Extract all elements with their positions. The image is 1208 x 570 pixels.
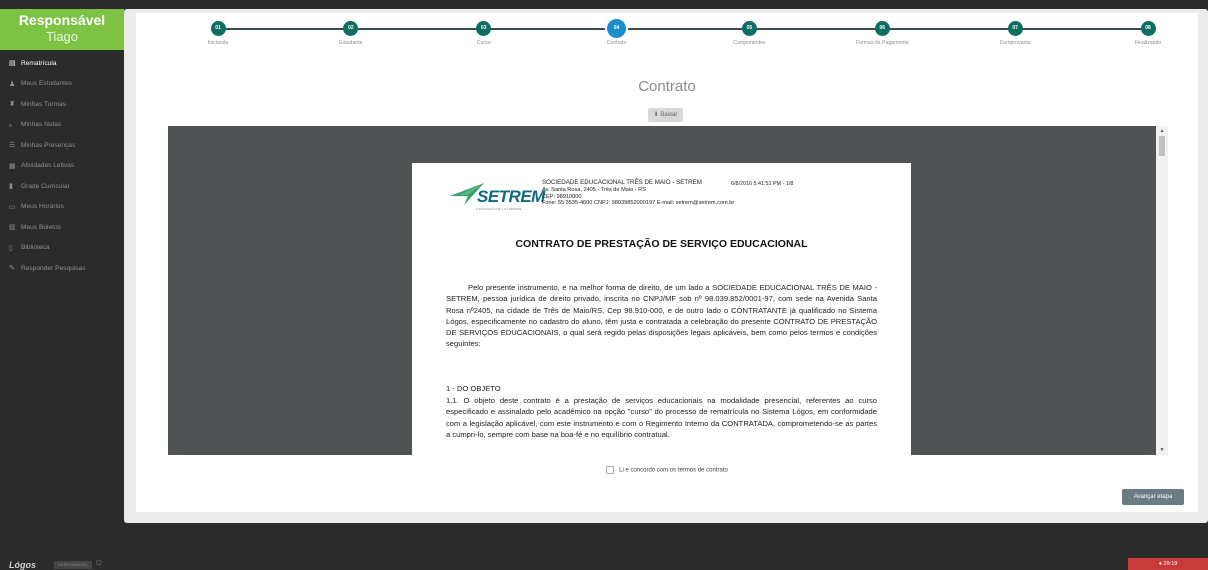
session-timer: ● 29:19	[1128, 558, 1208, 570]
viewer-scrollbar[interactable]: ▲ ▼	[1156, 126, 1168, 455]
library-icon: ▯	[9, 244, 13, 252]
download-button[interactable]: ⬇ Baixar	[648, 108, 683, 122]
step-number: 05	[741, 21, 757, 36]
logo-tagline: A EDUCAÇÃO DE 1 A 1 SEMPRE	[476, 207, 522, 211]
sidebar-item-label: Meus Estudantes	[21, 80, 72, 88]
sidebar-item-responder-pesquisas[interactable]: ✎ Responder Pesquisas	[0, 258, 124, 279]
sidebar-item-meus-estudantes[interactable]: ♟ Meus Estudantes	[0, 74, 124, 95]
sidebar-item-atividades-letivas[interactable]: ▦ Atividades Letivas	[0, 156, 124, 177]
step-label: Finalizando	[1134, 40, 1162, 46]
document-title: CONTRATO DE PRESTAÇÃO DE SERVIÇO EDUCACI…	[515, 238, 808, 250]
sidebar-item-label: Meus Boletos	[21, 223, 61, 231]
page-stamp: 6/8/2016 5:41:51 PM - 1/8	[731, 181, 794, 187]
step-label: Componentes	[733, 40, 766, 46]
pdf-viewer[interactable]: SETREM A EDUCAÇÃO DE 1 A 1 SEMPRE SOCIED…	[168, 126, 1168, 455]
company-contact: Fone: 55 3535-4600 CNPJ: 98039852000197 …	[542, 200, 735, 207]
page-title: Contrato	[638, 78, 696, 95]
agree-checkbox[interactable]	[606, 466, 615, 474]
agree-label[interactable]: Li e concordo com os termos de contrato	[619, 468, 728, 474]
role-badge: RESPONSÁVEL	[54, 561, 92, 569]
step-label: Contrato	[606, 40, 627, 46]
company-name: SOCIEDADE EDUCACIONAL TRÊS DE MAIO - SET…	[542, 179, 702, 186]
sidebar-item-meus-boletos[interactable]: ▥ Meus Boletos	[0, 217, 124, 238]
sidebar-item-label: Minhas Presenças	[21, 141, 76, 149]
sidebar-item-meus-hor-rios[interactable]: ▭ Meus Horários	[0, 197, 124, 218]
sidebar-item-biblioteca[interactable]: ▯ Biblioteca	[0, 238, 124, 259]
scroll-thumb[interactable]	[1159, 136, 1165, 156]
next-step-button[interactable]: Avançar etapa	[1122, 489, 1184, 505]
barcode-icon: ▥	[9, 224, 16, 232]
step-number: 02	[343, 21, 359, 36]
step-number: 07	[1007, 21, 1023, 36]
book-icon: ▮	[9, 183, 13, 191]
sidebar-item-label: Biblioteca	[21, 244, 50, 252]
paragraph-1: Pelo presente instrumento, e na melhor f…	[446, 283, 877, 349]
step-number: 03	[476, 21, 492, 36]
logos-brand: Lógos	[9, 560, 36, 570]
sidebar-item-grade-curricular[interactable]: ▮ Grade Curricular	[0, 176, 124, 197]
profile-header: Responsável Tiago	[0, 9, 124, 50]
step-componentes[interactable]: 05 Componentes	[689, 21, 809, 46]
scroll-down-icon[interactable]: ▼	[1156, 445, 1168, 455]
list-icon: ☰	[9, 142, 16, 150]
sidebar-item-label: Grade Curricular	[21, 182, 70, 190]
section-title: 1 - DO OBJETO	[446, 384, 501, 393]
company-cep: CEP: 98910000	[542, 193, 582, 200]
board-icon: ▦	[9, 162, 16, 170]
sidebar-item-label: Rematrícula	[21, 59, 57, 67]
content-card: 01 Iniciando 02 Estudante 03 Curso 04 Contrato 0…	[136, 13, 1198, 512]
step-contrato[interactable]: 04 Contrato	[557, 19, 677, 46]
step-iniciando[interactable]: 01 Iniciando	[158, 21, 278, 46]
sidebar-item-minhas-notas[interactable]: ₐ Minhas Notas	[0, 115, 124, 136]
pdf-page: SETREM A EDUCAÇÃO DE 1 A 1 SEMPRE SOCIED…	[412, 163, 911, 455]
profile-name: Tiago	[45, 29, 79, 44]
setrem-logo: SETREM A EDUCAÇÃO DE 1 A 1 SEMPRE	[450, 179, 550, 215]
edit-icon: ✎	[9, 265, 15, 273]
timer-value: 29:19	[1163, 561, 1178, 567]
sidebar-item-label: Minhas Notas	[21, 121, 62, 129]
step-label: Formas de Pagamento	[855, 40, 909, 46]
step-number: 08	[1140, 21, 1156, 36]
paragraph-2: 1.1. O objeto deste contrato é a prestaç…	[446, 396, 877, 439]
sidebar-item-label: Meus Horários	[21, 203, 64, 211]
sidebar: Responsável Tiago ▤ Rematrícula ♟ Meus Estu…	[0, 0, 124, 570]
step-curso[interactable]: 03 Curso	[424, 21, 544, 46]
main-panel: 01 Iniciando 02 Estudante 03 Curso 04 Contrato 0…	[124, 9, 1208, 523]
grades-icon: ₐ	[9, 121, 12, 129]
document-icon: ▤	[9, 60, 16, 68]
step-label: Comprovante	[999, 40, 1031, 46]
company-address: Av. Santa Rosa, 2405 - Três de Maio - RS	[542, 186, 646, 193]
step-number: 06	[874, 21, 890, 36]
scroll-up-icon[interactable]: ▲	[1156, 126, 1168, 136]
step-label: Iniciando	[207, 40, 229, 46]
sidebar-item-rematr-cula[interactable]: ▤ Rematrícula	[0, 53, 124, 74]
profile-role: Responsável	[18, 12, 106, 28]
graduation-icon: ♜	[9, 101, 16, 109]
sidebar-item-minhas-turmas[interactable]: ♜ Minhas Turmas	[0, 94, 124, 115]
step-number: 01	[210, 21, 226, 36]
logo-text: SETREM	[477, 187, 545, 206]
sidebar-item-label: Atividades Letivas	[21, 162, 75, 170]
sidebar-menu: ▤ Rematrícula ♟ Meus Estudantes ♜ Minhas Turm…	[0, 53, 124, 279]
step-estudante[interactable]: 02 Estudante	[291, 21, 411, 46]
power-icon[interactable]: ⏻	[96, 560, 102, 568]
step-label: Estudante	[339, 40, 363, 46]
company-info: SOCIEDADE EDUCACIONAL TRÊS DE MAIO - SET…	[542, 179, 735, 207]
step-number: 04	[607, 19, 627, 38]
step-label: Curso	[476, 40, 491, 46]
user-icon: ♟	[9, 80, 16, 88]
agree-row: Li e concordo com os termos de contrato	[136, 466, 1198, 474]
step-finalizando[interactable]: 08 Finalizando	[1088, 21, 1208, 46]
step-comprovante[interactable]: 07 Comprovante	[955, 21, 1075, 46]
calendar-icon: ▭	[9, 203, 16, 211]
sidebar-item-minhas-presen-as[interactable]: ☰ Minhas Presenças	[0, 135, 124, 156]
sidebar-item-label: Responder Pesquisas	[21, 264, 86, 272]
step-formas-de-pagamento[interactable]: 06 Formas de Pagamento	[822, 21, 942, 46]
sidebar-item-label: Minhas Turmas	[21, 100, 67, 108]
